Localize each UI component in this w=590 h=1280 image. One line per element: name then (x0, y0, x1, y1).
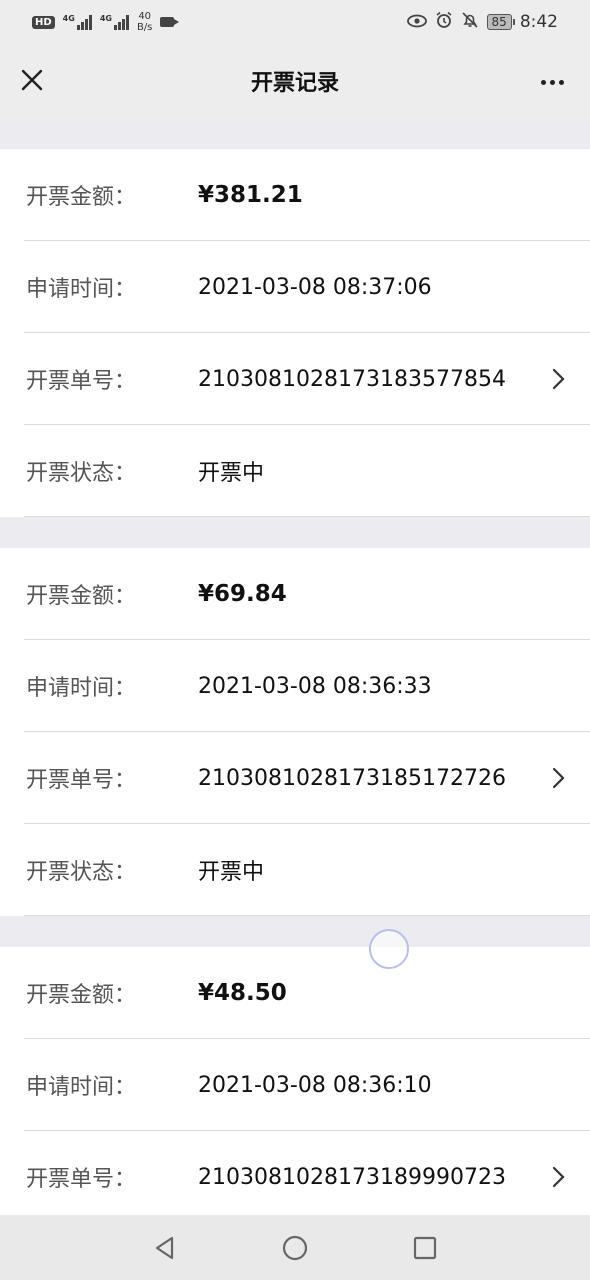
bell-off-icon (461, 11, 479, 33)
hd-badge: HD (32, 15, 55, 29)
order-number-row[interactable]: 开票单号： 2103081028173189990723 (0, 1131, 590, 1215)
nav-bar: 开票记录 (0, 44, 590, 118)
eye-icon (406, 13, 427, 32)
more-dot-icon (558, 79, 564, 85)
video-camera-icon (160, 17, 180, 27)
status-value: 开票中 (198, 860, 265, 885)
home-button[interactable] (275, 1228, 315, 1268)
close-icon (21, 69, 43, 91)
network-speed-value: 40 (138, 11, 152, 22)
apply-time-value: 2021-03-08 08:36:10 (198, 1072, 432, 1098)
order-number-label: 开票单号： (26, 1167, 137, 1192)
network-type-label: 4G (99, 14, 112, 23)
status-value: 开票中 (198, 461, 265, 486)
network-type-label: 4G (62, 14, 75, 23)
amount-label: 开票金额： (26, 584, 137, 609)
recents-button[interactable] (405, 1228, 445, 1268)
chevron-right-icon (552, 1166, 565, 1188)
amount-value: ¥48.50 (198, 980, 287, 1006)
status-row: 开票状态： 开票中 (0, 824, 590, 916)
invoice-record-card: 开票金额： ¥48.50 申请时间： 2021-03-08 08:36:10 开… (0, 947, 590, 1215)
apply-time-row: 申请时间： 2021-03-08 08:36:10 (0, 1039, 590, 1131)
apply-time-row: 申请时间： 2021-03-08 08:37:06 (0, 241, 590, 333)
network-speed: 40 B/s (137, 11, 152, 33)
status-row: 开票状态： 开票中 (0, 425, 590, 517)
amount-label: 开票金额： (26, 185, 137, 210)
order-number-value: 2103081028173183577854 (198, 366, 506, 392)
more-dot-icon (549, 79, 555, 85)
status-label: 开票状态： (26, 461, 137, 486)
status-bar: HD 4G 4G 40 B/s 85 8:42 (0, 0, 590, 44)
network-speed-unit: B/s (136, 22, 153, 33)
loading-spinner-icon (369, 929, 409, 969)
status-right: 85 8:42 (406, 11, 558, 33)
amount-label: 开票金额： (26, 983, 137, 1008)
signal-icon: 4G (63, 14, 92, 30)
order-number-row[interactable]: 开票单号： 2103081028173183577854 (0, 333, 590, 425)
amount-row: 开票金额： ¥381.21 (0, 149, 590, 241)
more-dot-icon (540, 79, 546, 85)
invoice-record-list[interactable]: 开票金额： ¥381.21 申请时间： 2021-03-08 08:37:06 … (0, 118, 590, 1215)
recents-square-icon (413, 1236, 437, 1259)
status-left: HD 4G 4G 40 B/s (32, 11, 180, 33)
amount-row: 开票金额： ¥48.50 (0, 947, 590, 1039)
order-number-label: 开票单号： (26, 369, 137, 394)
apply-time-label: 申请时间： (26, 676, 137, 701)
chevron-right-icon (552, 368, 565, 390)
order-number-label: 开票单号： (26, 768, 137, 793)
order-number-value: 2103081028173185172726 (198, 765, 506, 791)
signal-icon: 4G (100, 14, 129, 30)
more-options-button[interactable] (532, 64, 572, 100)
home-circle-icon (282, 1235, 308, 1260)
order-number-row[interactable]: 开票单号： 2103081028173185172726 (0, 732, 590, 824)
status-label: 开票状态： (26, 860, 137, 885)
chevron-right-icon (552, 767, 565, 789)
page-title: 开票记录 (250, 71, 339, 96)
close-button[interactable] (14, 62, 50, 98)
apply-time-value: 2021-03-08 08:36:33 (198, 673, 432, 699)
battery-icon: 85 (486, 14, 516, 30)
invoice-record-card: 开票金额： ¥381.21 申请时间： 2021-03-08 08:37:06 … (0, 149, 590, 517)
back-button[interactable] (145, 1228, 185, 1268)
order-number-value: 2103081028173189990723 (198, 1164, 506, 1190)
alarm-icon (435, 11, 453, 33)
invoice-record-card: 开票金额： ¥69.84 申请时间： 2021-03-08 08:36:33 开… (0, 548, 590, 916)
amount-value: ¥69.84 (198, 581, 287, 607)
system-nav-bar (0, 1215, 590, 1280)
amount-value: ¥381.21 (198, 182, 303, 208)
apply-time-value: 2021-03-08 08:37:06 (198, 274, 432, 300)
apply-time-row: 申请时间： 2021-03-08 08:36:33 (0, 640, 590, 732)
clock-time: 8:42 (519, 12, 558, 32)
back-triangle-icon (155, 1236, 174, 1259)
amount-row: 开票金额： ¥69.84 (0, 548, 590, 640)
apply-time-label: 申请时间： (26, 1075, 137, 1100)
apply-time-label: 申请时间： (26, 277, 137, 302)
